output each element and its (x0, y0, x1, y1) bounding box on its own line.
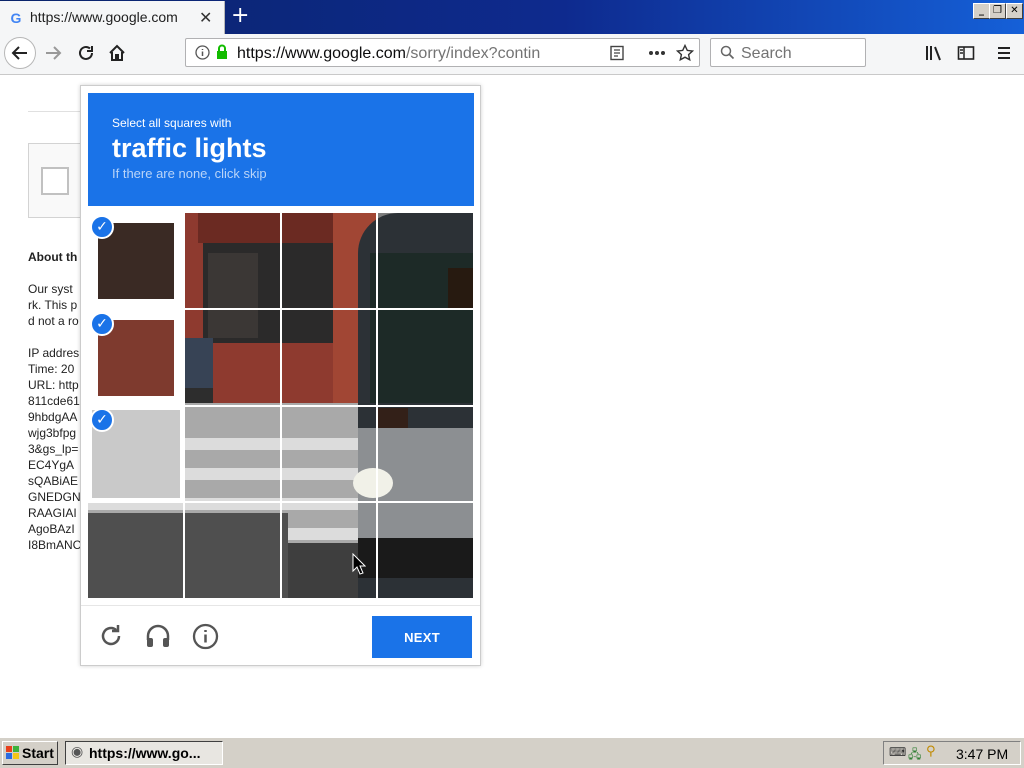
next-button[interactable]: NEXT (372, 616, 472, 658)
browser-titlebar: G https://www.google.com ✕ + _ ❐ ✕ (0, 0, 1024, 34)
home-icon[interactable] (108, 44, 126, 62)
library-icon[interactable] (925, 44, 943, 62)
captcha-tile[interactable] (377, 406, 474, 503)
captcha-target: traffic lights (112, 133, 267, 163)
captcha-header: Select all squares with traffic lights I… (88, 93, 474, 206)
info-line: wjg3bfpg (28, 426, 77, 440)
new-tab-button[interactable]: + (231, 3, 249, 28)
captcha-challenge: Select all squares with traffic lights I… (80, 85, 481, 666)
url-bar[interactable]: https://www.google.com/sorry/index?conti… (185, 38, 700, 67)
info-icon[interactable] (195, 45, 210, 60)
captcha-image-grid: ✓ ✓ ✓ (88, 213, 474, 599)
captcha-tile[interactable] (184, 213, 282, 310)
info-line: IP addres (28, 346, 80, 360)
captcha-tile[interactable] (281, 309, 378, 407)
info-line: sQABiAE (28, 474, 79, 488)
reader-view-icon[interactable] (609, 45, 625, 61)
refresh-icon[interactable] (98, 623, 124, 649)
captcha-tile[interactable] (377, 309, 474, 407)
captcha-tile[interactable] (281, 406, 378, 503)
paragraph-line: d not a ro (28, 314, 79, 328)
check-icon: ✓ (90, 408, 114, 432)
forward-arrow-icon[interactable] (44, 44, 62, 62)
network-icon[interactable]: 🖧 (908, 745, 921, 766)
navigation-toolbar: https://www.google.com/sorry/index?conti… (0, 34, 1024, 75)
tab-close-button[interactable]: ✕ (199, 8, 212, 27)
info-line: AgoBAzI (28, 522, 75, 536)
captcha-instruction: Select all squares with (112, 116, 232, 130)
info-line: 9hbdgAA (28, 410, 78, 424)
menu-icon[interactable] (996, 45, 1012, 61)
restore-button[interactable]: ❐ (989, 3, 1006, 19)
url-path: /sorry/index?contin (405, 45, 541, 62)
sidebar-icon[interactable] (957, 44, 975, 62)
minimize-button[interactable]: _ (973, 3, 990, 19)
captcha-tile[interactable] (281, 502, 378, 599)
start-button[interactable]: Start (2, 741, 58, 765)
close-window-button[interactable]: ✕ (1006, 3, 1023, 19)
captcha-tile[interactable] (377, 502, 474, 599)
back-button[interactable] (4, 37, 36, 69)
captcha-tile[interactable] (184, 406, 282, 503)
mouse-cursor-icon (352, 553, 366, 575)
info-line: EC4YgA (28, 458, 75, 472)
browser-tab[interactable]: G https://www.google.com ✕ (0, 1, 225, 34)
page-actions-icon[interactable] (648, 50, 666, 56)
about-heading: About th (28, 250, 78, 264)
url-host: https://www.google.com (237, 45, 406, 62)
captcha-tile[interactable] (184, 309, 282, 407)
info-circle-icon[interactable] (192, 623, 219, 650)
lock-icon (217, 44, 227, 59)
system-tray: ⌨ 🖧 ⚲ 3:47 PM (883, 741, 1021, 765)
back-arrow-icon (11, 46, 27, 60)
url-text: https://www.google.com/sorry/index?conti… (237, 45, 557, 63)
headphones-icon[interactable] (144, 622, 172, 650)
info-line: GNEDGN (28, 490, 81, 504)
search-tray-icon[interactable]: ⚲ (926, 744, 936, 759)
keyboard-icon[interactable]: ⌨ (889, 745, 906, 759)
info-line: I8BmANC (28, 538, 82, 552)
info-line: RAAGIAI (28, 506, 77, 520)
google-favicon: G (10, 10, 22, 26)
info-line: 3&gs_lp= (28, 442, 79, 456)
info-line: 811cde61 (28, 394, 80, 408)
captcha-footer: NEXT (81, 605, 480, 666)
check-icon: ✓ (90, 215, 114, 239)
firefox-icon: ◉ (71, 744, 84, 760)
taskbar-item-label: https://www.go... (89, 745, 201, 761)
captcha-tile[interactable]: ✓ (88, 406, 185, 503)
captcha-tile[interactable]: ✓ (88, 213, 185, 310)
captcha-tile[interactable] (377, 213, 474, 310)
clock: 3:47 PM (956, 746, 1009, 762)
check-icon: ✓ (90, 311, 114, 336)
windows-logo-icon (6, 746, 19, 759)
taskbar-firefox-item[interactable]: ◉ https://www.go... (65, 741, 223, 765)
info-line: Time: 20 (28, 362, 75, 376)
captcha-tile[interactable] (184, 502, 282, 599)
captcha-tile[interactable] (88, 502, 185, 599)
taskbar: Start ◉ https://www.go... ⌨ 🖧 ⚲ 3:47 PM (0, 737, 1024, 768)
recaptcha-checkbox[interactable] (41, 167, 69, 195)
search-bar[interactable]: Search (710, 38, 866, 67)
search-placeholder: Search (741, 45, 792, 62)
info-line: URL: http (28, 378, 79, 392)
search-icon (720, 45, 735, 60)
captcha-tile[interactable]: ✓ (88, 309, 185, 407)
reload-icon[interactable] (77, 44, 95, 62)
divider (28, 111, 88, 112)
paragraph-line: Our syst (28, 282, 73, 296)
start-label: Start (22, 745, 54, 761)
paragraph-line: rk. This p (28, 298, 78, 312)
captcha-hint: If there are none, click skip (112, 166, 267, 181)
captcha-tile[interactable] (281, 213, 378, 310)
tab-title: https://www.google.com (30, 9, 178, 25)
star-icon[interactable] (676, 44, 694, 62)
